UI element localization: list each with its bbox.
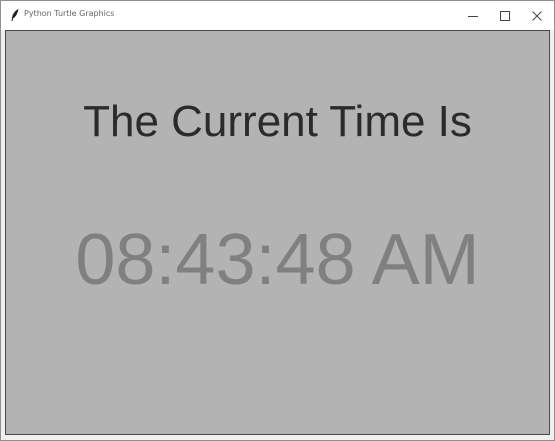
- turtle-window: Python Turtle Graphics The Current Time …: [0, 0, 555, 441]
- turtle-canvas[interactable]: The Current Time Is 08:43:48 AM: [5, 30, 550, 435]
- close-icon: [532, 10, 542, 21]
- maximize-button[interactable]: [489, 1, 521, 30]
- minimize-button[interactable]: [457, 1, 489, 30]
- current-time-display: 08:43:48 AM: [75, 220, 480, 300]
- feather-icon: [9, 8, 21, 22]
- clock-heading: The Current Time Is: [83, 97, 472, 146]
- maximize-icon: [500, 10, 510, 21]
- window-title: Python Turtle Graphics: [24, 9, 115, 18]
- minimize-icon: [468, 11, 478, 21]
- close-button[interactable]: [521, 1, 553, 30]
- title-bar[interactable]: Python Turtle Graphics: [1, 1, 554, 30]
